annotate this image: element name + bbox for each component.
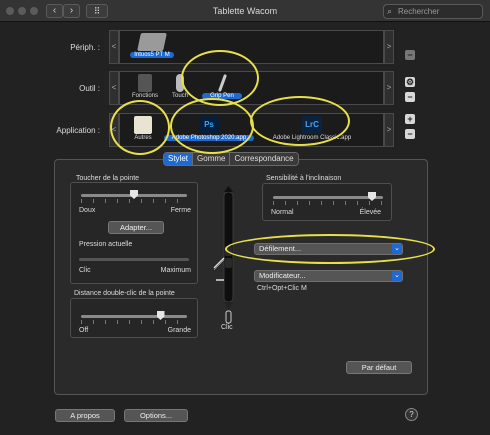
peripheral-label: Périph. :: [70, 43, 100, 52]
default-button[interactable]: Par défaut: [346, 361, 412, 374]
tilt-box: Normal Élevée: [262, 183, 392, 221]
chevron-right-icon: ›: [69, 5, 74, 16]
remove-peripheral-button[interactable]: −: [405, 50, 415, 60]
add-application-button[interactable]: +: [405, 114, 415, 124]
peripheral-strip: Intuos5 PT M: [119, 30, 384, 64]
lower-button-shortcut: Ctrl+Opt+Clic M: [257, 285, 307, 292]
tool-scroll-left[interactable]: <: [109, 71, 119, 105]
chevron-left-icon: ‹: [52, 5, 57, 16]
application-label: Application :: [56, 126, 100, 135]
lower-button-dropdown[interactable]: Modificateur... ⌄: [254, 270, 403, 282]
current-pressure-label: Pression actuelle: [79, 241, 133, 248]
annotation-oval: [250, 96, 350, 146]
remove-application-button[interactable]: −: [405, 129, 415, 139]
grid-icon: ⠿: [93, 6, 101, 16]
close-window-button[interactable]: [6, 7, 14, 15]
peripheral-scroll-left[interactable]: <: [109, 30, 119, 64]
chevron-down-icon: ⌄: [392, 271, 402, 281]
tab-correspondance[interactable]: Correspondance: [230, 153, 298, 165]
title-bar: ‹ › ⠿ Tablette Wacom ⌕ Rechercher: [0, 0, 490, 22]
annotation-oval: [225, 234, 435, 264]
search-icon: ⌕: [387, 6, 393, 16]
tilt-knob[interactable]: [368, 192, 376, 201]
tip-feel-firm-label: Ferme: [170, 207, 191, 214]
pressure-meter: [79, 258, 189, 261]
double-click-knob[interactable]: [156, 311, 165, 320]
search-field[interactable]: ⌕ Rechercher: [383, 4, 483, 19]
double-click-title: Distance double-clic de la pointe: [74, 290, 175, 297]
annotation-oval: [110, 100, 170, 155]
tab-bar: Stylet Gomme Correspondance: [163, 152, 299, 166]
tilt-normal-label: Normal: [271, 209, 294, 216]
peripheral-item-intuos[interactable]: Intuos5 PT M: [130, 33, 174, 58]
search-placeholder: Rechercher: [398, 7, 440, 16]
tablet-icon: [137, 33, 167, 51]
tip-feel-box: Doux Ferme Adapter... Pression actuelle …: [70, 182, 198, 284]
pen-illustration: [213, 186, 234, 324]
application-scroll-right[interactable]: >: [384, 113, 394, 147]
zoom-window-button[interactable]: [30, 7, 38, 15]
forward-button[interactable]: ›: [63, 4, 80, 18]
window-title: Tablette Wacom: [212, 6, 278, 16]
adapt-button[interactable]: Adapter...: [108, 221, 164, 234]
tip-feel-knob[interactable]: [130, 190, 138, 199]
tool-label: Outil :: [79, 84, 100, 93]
double-click-large-label: Grande: [167, 327, 191, 334]
tip-feel-title: Toucher de la pointe: [76, 175, 140, 182]
double-click-off-label: Off: [79, 327, 89, 334]
peripheral-scroll-right[interactable]: >: [384, 30, 394, 64]
tab-gomme[interactable]: Gomme: [193, 153, 231, 165]
tilt-title: Sensibilité à l'inclinaison: [266, 175, 342, 182]
pressure-max-label: Maximum: [160, 267, 191, 274]
tilt-slider[interactable]: [273, 196, 383, 199]
pressure-click-label: Clic: [79, 267, 91, 274]
annotation-oval: [170, 98, 254, 154]
double-click-ticks: [81, 320, 187, 324]
gear-icon: ⚙: [405, 77, 415, 87]
tool-scroll-right[interactable]: >: [384, 71, 394, 105]
minimize-window-button[interactable]: [18, 7, 26, 15]
help-button[interactable]: ?: [405, 408, 418, 421]
tip-feel-soft-label: Doux: [79, 207, 96, 214]
tool-caption-functions: Fonctions: [131, 93, 158, 99]
remove-tool-button[interactable]: −: [405, 92, 415, 102]
tilt-ticks: [273, 201, 383, 205]
tilt-high-label: Élevée: [359, 209, 381, 216]
peripheral-caption: Intuos5 PT M: [130, 52, 174, 58]
tip-feel-ticks: [81, 199, 187, 203]
tool-settings-button[interactable]: ⚙: [405, 77, 415, 87]
pen-tip-label: Clic: [221, 324, 233, 331]
tool-item-functions[interactable]: Fonctions: [128, 74, 162, 99]
lower-button-value: Modificateur...: [259, 271, 306, 280]
tab-stylet[interactable]: Stylet: [164, 153, 194, 165]
options-button[interactable]: Options...: [124, 409, 188, 422]
show-all-button[interactable]: ⠿: [86, 4, 108, 18]
express-keys-icon: [138, 74, 152, 92]
double-click-box: Off Grande: [70, 298, 198, 338]
double-click-slider[interactable]: [81, 315, 187, 318]
about-button[interactable]: A propos: [55, 409, 115, 422]
back-button[interactable]: ‹: [46, 4, 63, 18]
